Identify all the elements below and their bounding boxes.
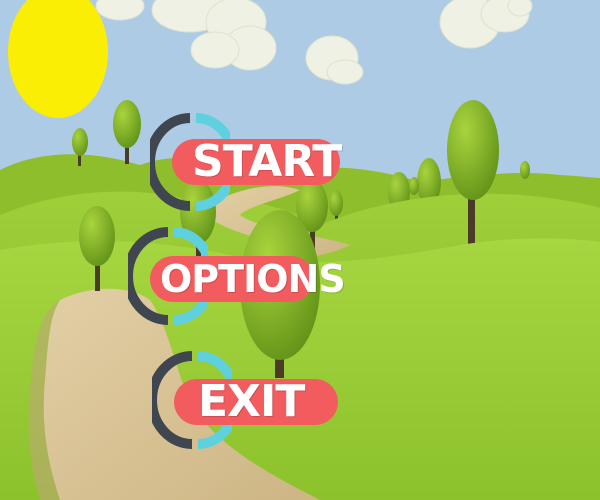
tree-icon: [409, 177, 419, 195]
exit-button-pill: EXIT: [174, 379, 338, 425]
options-button[interactable]: OPTIONS: [128, 226, 346, 326]
options-button-label: OPTIONS: [160, 257, 346, 301]
start-button-label: START: [192, 136, 342, 187]
options-button-pill: OPTIONS: [150, 256, 346, 302]
exit-button-label: EXIT: [198, 376, 305, 427]
start-button-pill: START: [172, 136, 342, 187]
exit-button[interactable]: EXIT: [152, 350, 338, 450]
tree-icon: [520, 161, 530, 179]
start-button[interactable]: START: [150, 112, 342, 212]
